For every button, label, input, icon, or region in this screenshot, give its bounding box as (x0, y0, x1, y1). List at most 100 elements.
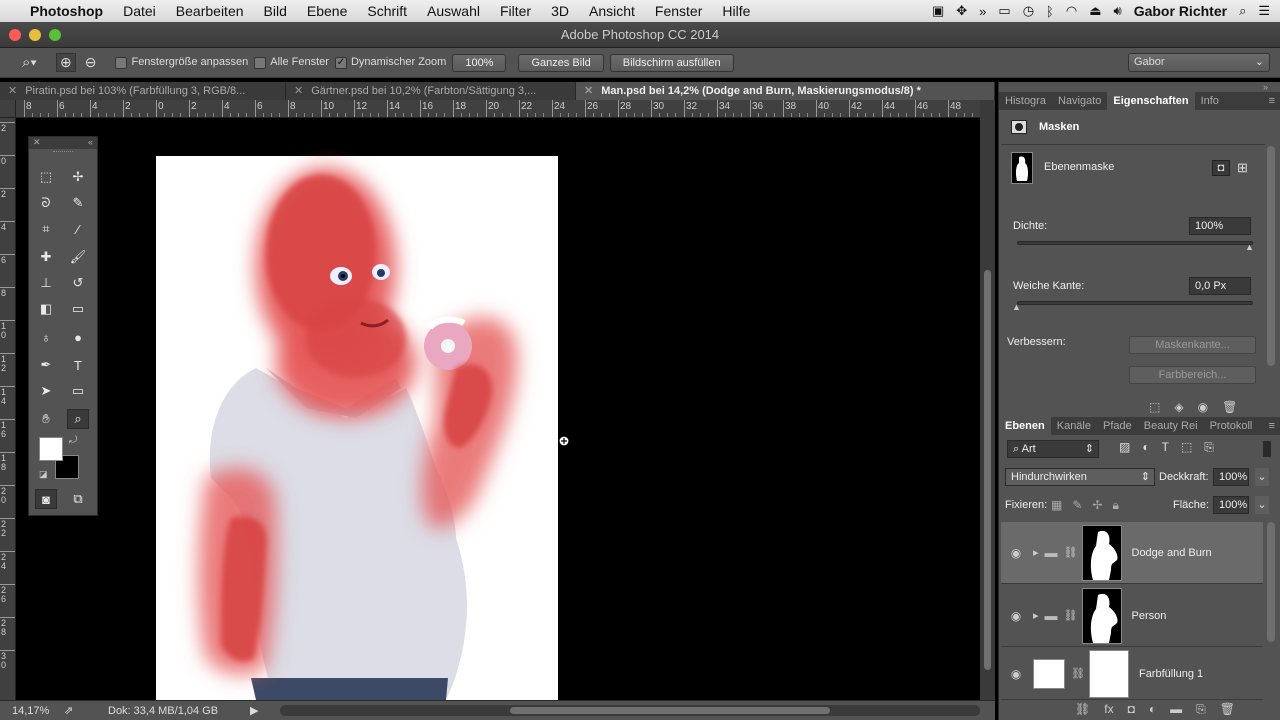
brush-tool-icon[interactable]: 🖌︎ (67, 247, 89, 267)
lasso-tool-icon[interactable]: ᘐ (35, 193, 57, 213)
close-tab-icon[interactable]: ✕ (294, 85, 303, 97)
zoom-in-icon[interactable]: ⊕ (56, 53, 76, 72)
type-filter-icon[interactable]: T (1162, 440, 1169, 455)
delete-mask-icon[interactable]: 🗑︎ (1222, 400, 1237, 414)
layer-row-fill[interactable]: ◉ ⛓︎ Farbfüllung 1 (1001, 648, 1263, 700)
feather-slider-handle[interactable]: ▲ (1012, 302, 1021, 312)
menu-filter[interactable]: Filter (490, 3, 541, 19)
clone-stamp-tool-icon[interactable]: ⊥ (35, 273, 57, 293)
apply-mask-icon[interactable]: ◈ (1174, 400, 1183, 414)
crop-tool-icon[interactable]: ⌗ (35, 219, 57, 239)
new-adjustment-icon[interactable]: ◐ (1149, 702, 1156, 717)
menu-app-name[interactable]: Photoshop (20, 3, 113, 19)
close-window-button[interactable] (9, 29, 21, 41)
grip[interactable] (53, 151, 73, 154)
close-panel-icon[interactable]: ✕ (33, 137, 41, 148)
blur-tool-icon[interactable]: ♁ (35, 327, 57, 347)
pixel-filter-icon[interactable]: ▨ (1119, 440, 1130, 455)
new-group-icon[interactable]: ▬ (1170, 702, 1182, 717)
eye-icon[interactable]: ◉ (1005, 667, 1027, 681)
forward-icon[interactable]: » (979, 4, 986, 19)
spotlight-icon[interactable]: ⌕ (1239, 3, 1246, 19)
minimize-window-button[interactable] (29, 29, 41, 41)
canvas-area[interactable] (16, 118, 980, 700)
gradient-tool-icon[interactable]: ▭ (67, 299, 89, 319)
all-windows-checkbox[interactable]: Alle Fenster (254, 56, 329, 69)
type-tool-icon[interactable]: T (67, 355, 89, 375)
collapse-panel-icon[interactable]: « (88, 137, 93, 147)
tab-beauty[interactable]: Beauty Rei (1138, 417, 1204, 435)
fill-screen-button[interactable]: Bildschirm ausfüllen (609, 53, 734, 72)
share-icon[interactable]: ⇗ (64, 704, 94, 717)
smart-object-filter-icon[interactable]: ⎘ (1204, 440, 1214, 455)
tab-properties[interactable]: Eigenschaften (1107, 92, 1195, 110)
delete-layer-icon[interactable]: 🗑︎ (1220, 702, 1235, 717)
layer-name[interactable]: Farbfüllung 1 (1139, 668, 1203, 680)
lock-position-icon[interactable]: ✢ (1092, 498, 1102, 513)
time-machine-icon[interactable]: ◷ (1023, 3, 1034, 19)
collapse-dock-icon[interactable]: » (1263, 82, 1268, 92)
eye-icon[interactable]: ◉ (1005, 546, 1027, 560)
fill-layer-thumbnail[interactable] (1033, 658, 1065, 689)
layer-row-person[interactable]: ◉ ▸ ▬ ⛓︎ Person (1001, 585, 1263, 647)
workspace-select[interactable]: Gabor ⌄ (1128, 53, 1270, 72)
menu-schrift[interactable]: Schrift (357, 3, 417, 19)
close-tab-icon[interactable]: ✕ (8, 85, 17, 97)
properties-scrollbar[interactable] (1267, 146, 1275, 366)
dynamic-zoom-checkbox[interactable]: ✓ Dynamischer Zoom (334, 56, 446, 69)
default-colors-icon[interactable]: ◪ (39, 469, 48, 480)
tab-history[interactable]: Protokoll (1204, 417, 1259, 435)
menu-fenster[interactable]: Fenster (645, 3, 712, 19)
wifi-icon[interactable]: ◠ (1066, 3, 1077, 19)
pen-tool-icon[interactable]: ✒ (35, 355, 57, 375)
add-vector-mask-icon[interactable]: ⊞ (1237, 160, 1248, 176)
eye-icon[interactable]: ◉ (1005, 609, 1027, 623)
path-selection-tool-icon[interactable]: ➤ (35, 381, 57, 401)
status-menu-arrow-icon[interactable]: ▶ (250, 704, 258, 717)
tab-piratin[interactable]: ✕ Piratin.psd bei 103% (Farbfüllung 3, RG… (0, 82, 286, 100)
vertical-ruler[interactable]: 2 0 2 4 6 8 1 0 1 2 1 4 1 6 1 8 2 0 2 2 2 4 2 6 2 8 3 0 (0, 118, 16, 700)
layer-mask-thumbnail[interactable] (1081, 524, 1122, 581)
tab-histogram[interactable]: Histogra (999, 92, 1052, 110)
marquee-tool-icon[interactable]: ⬚ (35, 167, 57, 187)
density-slider-handle[interactable]: ▲ (1245, 242, 1254, 252)
panel-menu-icon[interactable]: ≡ (1263, 92, 1280, 110)
eject-icon[interactable]: ⏏ (1089, 3, 1101, 19)
quick-selection-tool-icon[interactable]: ✎ (67, 193, 89, 213)
horizontal-scrollbar[interactable] (280, 705, 980, 716)
new-layer-icon[interactable]: ⎘ (1196, 702, 1206, 717)
fill-input[interactable]: 100% (1213, 496, 1249, 514)
visibility-icon[interactable]: ◉ (1198, 400, 1208, 414)
dropbox-icon[interactable]: ✥ (956, 3, 967, 19)
lock-transparency-icon[interactable]: ▦ (1051, 498, 1062, 513)
dodge-tool-icon[interactable]: ● (67, 327, 89, 347)
menu-ebene[interactable]: Ebene (297, 3, 357, 19)
zoom-out-icon[interactable]: ⊖ (82, 54, 100, 71)
layer-mask-thumbnail[interactable] (1081, 587, 1122, 644)
tab-gaertner[interactable]: ✕ Gärtner.psd bei 10,2% (Farbton/Sättigun… (286, 82, 576, 100)
swap-colors-icon[interactable]: ⤾ (69, 435, 77, 446)
zoom-level-readout[interactable]: 14,17% (12, 705, 58, 717)
layer-filter-select[interactable]: ⌕ Art ⇕ (1007, 440, 1099, 458)
healing-brush-tool-icon[interactable]: ✚ (35, 247, 57, 267)
notification-center-icon[interactable]: ☰ (1258, 3, 1270, 19)
fill-layer-mask-thumbnail[interactable] (1088, 649, 1129, 698)
opacity-dropdown-icon[interactable]: ⌄ (1255, 468, 1269, 486)
blend-mode-select[interactable]: Hindurchwirken ⇕ (1005, 468, 1155, 486)
link-layers-icon[interactable]: ⛓︎ (1075, 702, 1090, 717)
history-brush-tool-icon[interactable]: ↺ (67, 273, 89, 293)
airplay-icon[interactable]: ▭ (998, 3, 1010, 19)
layer-name[interactable]: Person (1132, 610, 1167, 622)
link-icon[interactable]: ⛓︎ (1064, 546, 1078, 559)
menu-bearbeiten[interactable]: Bearbeiten (166, 3, 254, 19)
density-slider[interactable] (1017, 241, 1253, 245)
expand-arrow-icon[interactable]: ▸ (1033, 546, 1039, 559)
bluetooth-icon[interactable]: ᛒ (1046, 4, 1054, 19)
menu-ansicht[interactable]: Ansicht (579, 3, 645, 19)
opacity-input[interactable]: 100% (1213, 468, 1249, 486)
menu-hilfe[interactable]: Hilfe (712, 3, 760, 19)
mask-edge-button[interactable]: Maskenkante... (1129, 336, 1256, 354)
volume-icon[interactable]: 🔊︎ (1114, 3, 1122, 19)
document-canvas[interactable] (16, 118, 980, 700)
menu-auswahl[interactable]: Auswahl (417, 3, 490, 19)
